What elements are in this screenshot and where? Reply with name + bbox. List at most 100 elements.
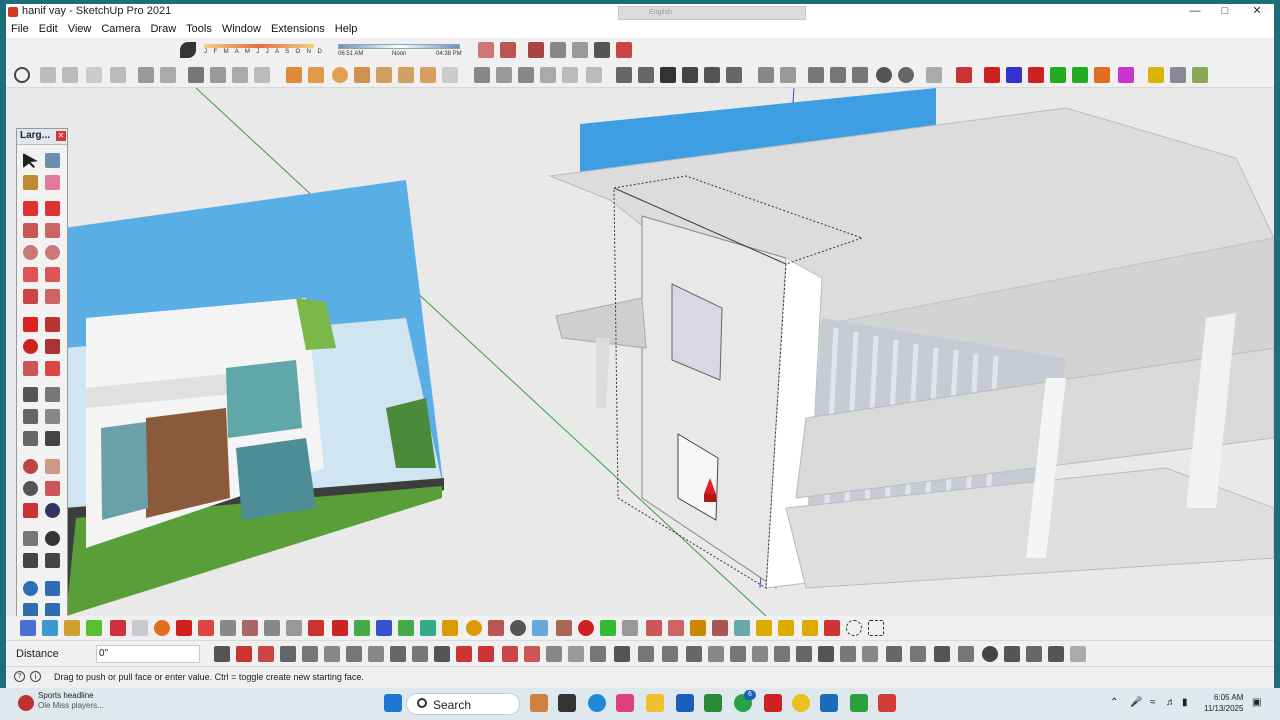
view-front-icon[interactable] — [232, 67, 248, 83]
ext-u-icon[interactable] — [466, 620, 482, 636]
ext-w-icon[interactable] — [510, 620, 526, 636]
acrobat-icon[interactable] — [764, 694, 782, 712]
tool-row-c-icon[interactable] — [258, 646, 274, 662]
tool-row-q-icon[interactable] — [568, 646, 584, 662]
dimension-icon[interactable] — [420, 67, 436, 83]
ext-orange-icon[interactable] — [1094, 67, 1110, 83]
close-window-icon[interactable]: ✕ — [1242, 4, 1272, 20]
tape-icon[interactable] — [442, 67, 458, 83]
sandbox-scratch-icon[interactable] — [45, 581, 60, 596]
textured-icon[interactable] — [586, 67, 602, 83]
pan-tool-icon[interactable] — [45, 459, 60, 474]
ext-aa-icon[interactable] — [600, 620, 616, 636]
solid-union-icon[interactable] — [758, 67, 774, 83]
maximize-icon[interactable]: □ — [1210, 4, 1240, 20]
month-slider[interactable] — [204, 44, 314, 48]
menu-camera[interactable]: Camera — [96, 20, 145, 38]
ext-r-icon[interactable] — [398, 620, 414, 636]
tool-row-y-icon[interactable] — [752, 646, 768, 662]
ext-ak-icon[interactable] — [824, 620, 840, 636]
ext-green-icon[interactable] — [1050, 67, 1066, 83]
ext-e-icon[interactable] — [110, 620, 126, 636]
tool-row-ab-icon[interactable] — [818, 646, 834, 662]
tool-row-b-icon[interactable] — [236, 646, 252, 662]
zoom-extents-tool-icon[interactable] — [23, 503, 38, 518]
sandbox-from-contours-icon[interactable] — [23, 581, 38, 596]
ext-k-icon[interactable] — [242, 620, 258, 636]
scale-icon[interactable] — [23, 361, 38, 376]
layout-icon[interactable] — [138, 67, 154, 83]
text-label-icon[interactable] — [45, 409, 60, 424]
wireframe-icon[interactable] — [518, 67, 534, 83]
tool-row-h-icon[interactable] — [368, 646, 384, 662]
ext-al-icon[interactable] — [846, 620, 862, 636]
position-camera-icon[interactable] — [23, 531, 38, 546]
ext-yellow-box-icon[interactable] — [1148, 67, 1164, 83]
style-icon[interactable] — [14, 67, 30, 83]
model-scene[interactable] — [6, 88, 1274, 616]
tool-row-j-icon[interactable] — [412, 646, 428, 662]
palette-header[interactable]: Larg... ✕ — [17, 129, 67, 145]
text-tool-icon[interactable] — [354, 67, 370, 83]
tool-row-ac-icon[interactable] — [840, 646, 856, 662]
protractor-tool-icon[interactable] — [23, 409, 38, 424]
extension-warehouse-icon[interactable] — [638, 67, 654, 83]
house4-icon[interactable] — [726, 67, 742, 83]
drape-icon[interactable] — [616, 42, 632, 58]
xray-icon[interactable] — [474, 67, 490, 83]
make-component-icon[interactable] — [45, 153, 60, 168]
menu-view[interactable]: View — [63, 20, 97, 38]
push-pull-icon[interactable] — [45, 317, 60, 332]
polygon-icon[interactable] — [45, 245, 60, 260]
section-cut-icon[interactable] — [500, 42, 516, 58]
tool-row-l-icon[interactable] — [456, 646, 472, 662]
shaded-icon[interactable] — [562, 67, 578, 83]
menu-window[interactable]: Window — [217, 20, 266, 38]
eraser-icon[interactable] — [45, 175, 60, 190]
camtasia-icon[interactable] — [850, 694, 868, 712]
ext-ab-icon[interactable] — [622, 620, 638, 636]
rectangle-icon[interactable] — [23, 223, 38, 238]
ext-af-icon[interactable] — [712, 620, 728, 636]
ext-x-icon[interactable] — [532, 620, 548, 636]
menu-extensions[interactable]: Extensions — [266, 20, 330, 38]
solid-subtract-icon[interactable] — [780, 67, 796, 83]
tool-row-al-icon[interactable] — [1048, 646, 1064, 662]
ext-j-icon[interactable] — [220, 620, 236, 636]
ext-blue-icon[interactable] — [1006, 67, 1022, 83]
tool-row-ae-icon[interactable] — [886, 646, 902, 662]
ext-q-icon[interactable] — [376, 620, 392, 636]
tool-row-w-icon[interactable] — [708, 646, 724, 662]
tool-row-ai-icon[interactable] — [982, 646, 998, 662]
components-icon[interactable] — [286, 67, 302, 83]
tool-row-ah-icon[interactable] — [958, 646, 974, 662]
tool-row-p-icon[interactable] — [546, 646, 562, 662]
zoom-extents-icon[interactable] — [808, 67, 824, 83]
ext-c-icon[interactable] — [64, 620, 80, 636]
3d-text-icon[interactable] — [398, 67, 414, 83]
dimensions-icon[interactable] — [45, 387, 60, 402]
move-icon[interactable] — [23, 317, 38, 332]
2pt-arc-icon[interactable] — [45, 267, 60, 282]
tool-row-am-icon[interactable] — [1070, 646, 1086, 662]
paint-icon[interactable] — [308, 67, 324, 83]
windows-start-icon[interactable] — [384, 694, 402, 712]
ext-t-icon[interactable] — [442, 620, 458, 636]
tool-row-z-icon[interactable] — [774, 646, 790, 662]
follow-me-icon[interactable] — [45, 339, 60, 354]
ext-ag-icon[interactable] — [734, 620, 750, 636]
ext-p-icon[interactable] — [354, 620, 370, 636]
ext-aj-icon[interactable] — [802, 620, 818, 636]
view-top-icon[interactable] — [210, 67, 226, 83]
edge-icon[interactable] — [588, 694, 606, 712]
excel-icon[interactable] — [704, 694, 722, 712]
wifi-icon[interactable]: ≈ — [1150, 697, 1156, 708]
ext-green2-icon[interactable] — [1072, 67, 1088, 83]
copilot-icon[interactable] — [616, 694, 634, 712]
ext-n-icon[interactable] — [308, 620, 324, 636]
sketchup-task-icon[interactable] — [820, 694, 838, 712]
ext-ai-icon[interactable] — [778, 620, 794, 636]
arc-icon[interactable] — [23, 267, 38, 282]
menu-file[interactable]: File — [6, 20, 34, 38]
circle-icon[interactable] — [23, 245, 38, 260]
